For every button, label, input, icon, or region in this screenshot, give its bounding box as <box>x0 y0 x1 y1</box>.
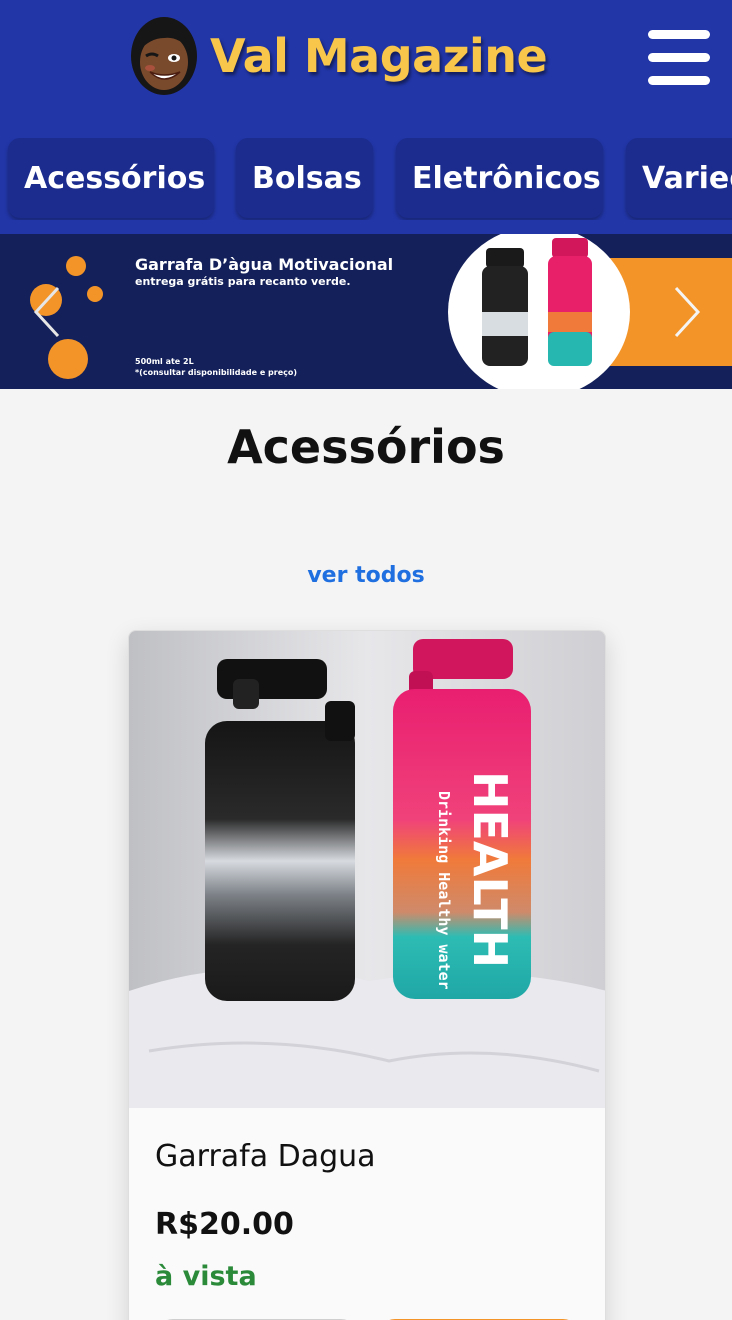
banner-subtitle: entrega grátis para recanto verde. <box>135 275 351 288</box>
product-name[interactable]: Garrafa Dagua <box>155 1139 376 1174</box>
product-image[interactable]: HEALTH Drinking Healthy water <box>129 631 605 1108</box>
avatar-face-icon <box>131 17 197 95</box>
banner-note-availability: *(consultar disponibilidade e preço) <box>135 368 298 377</box>
banner-note-size: 500ml ate 2L <box>135 357 194 366</box>
app-header: Val Magazine Acessórios Bolsas Eletrônic… <box>0 0 732 234</box>
section-title: Acessórios <box>227 420 505 474</box>
category-bar: Acessórios Bolsas Eletrônicos Variedades <box>0 138 732 220</box>
category-tab-acessorios[interactable]: Acessórios <box>8 138 214 218</box>
see-all-link[interactable]: ver todos <box>0 563 732 588</box>
bottle-label-health: HEALTH <box>463 771 517 968</box>
category-tab-eletronicos[interactable]: Eletrônicos <box>396 138 603 218</box>
hamburger-menu-icon[interactable] <box>648 30 710 86</box>
chevron-left-icon[interactable] <box>28 284 68 340</box>
app-title: Val Magazine <box>210 29 548 83</box>
product-price: R$20.00 <box>155 1207 294 1242</box>
category-tab-variedades[interactable]: Variedades <box>626 138 732 218</box>
banner-title: Garrafa D’àgua Motivacional <box>135 255 394 274</box>
product-card[interactable]: HEALTH Drinking Healthy water Garrafa Da… <box>128 630 606 1320</box>
promo-banner[interactable]: Garrafa D’àgua Motivacional entrega grát… <box>0 234 732 389</box>
bottle-label-slogan: Drinking Healthy water <box>435 791 453 990</box>
category-tab-bolsas[interactable]: Bolsas <box>236 138 373 218</box>
banner-product-image <box>448 234 630 389</box>
payment-terms: à vista <box>155 1261 257 1292</box>
brand-logo[interactable]: Val Magazine <box>130 16 548 96</box>
chevron-right-icon[interactable] <box>668 284 708 340</box>
